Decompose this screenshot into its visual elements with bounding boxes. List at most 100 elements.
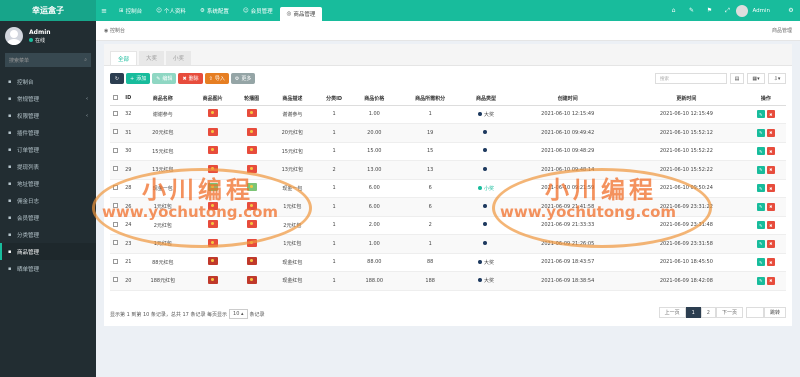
refresh-button[interactable]: ↻ <box>110 73 124 84</box>
column-header[interactable]: ID <box>121 92 136 106</box>
sidebar-item[interactable]: ▪ 常规管理 ‹ <box>0 90 96 107</box>
per-page-select[interactable]: 10 ▴ <box>229 309 248 319</box>
topnav-item[interactable]: ☺ 会员管理 <box>236 0 280 21</box>
delete-row-icon[interactable]: ✖ <box>766 239 775 248</box>
home-icon[interactable]: ⌂ <box>664 7 682 14</box>
column-header[interactable]: 创建时间 <box>508 92 628 106</box>
topnav-item[interactable]: ☺ 个人资料 <box>149 0 193 21</box>
product-image-thumbnail[interactable] <box>207 146 218 155</box>
column-header[interactable]: 商品类型 <box>463 92 509 106</box>
row-checkbox[interactable] <box>113 240 119 246</box>
product-image-thumbnail[interactable] <box>207 109 218 118</box>
carousel-image-thumbnail[interactable] <box>246 146 257 155</box>
row-checkbox[interactable] <box>113 203 119 209</box>
delete-row-icon[interactable]: ✖ <box>766 258 775 267</box>
breadcrumb-home[interactable]: 控制台 <box>110 28 125 34</box>
fullscreen-icon[interactable]: ⤢ <box>718 7 736 15</box>
delete-row-icon[interactable]: ✖ <box>766 221 775 230</box>
column-header[interactable]: 商品价格 <box>351 92 397 106</box>
column-header[interactable]: 分类ID <box>316 92 352 106</box>
topnav-item[interactable]: ⚙ 系统配置 <box>193 0 236 21</box>
clear-cache-icon[interactable]: ✎ <box>682 7 700 14</box>
product-image-thumbnail[interactable] <box>207 127 218 136</box>
product-image-thumbnail[interactable] <box>207 220 218 229</box>
edit-row-icon[interactable]: ✎ <box>756 258 765 267</box>
column-header[interactable]: 商品描述 <box>268 92 317 106</box>
delete-button[interactable]: ✖ 删除 <box>178 73 203 84</box>
page-number-button[interactable]: 1 <box>685 307 701 318</box>
row-checkbox[interactable] <box>113 110 119 116</box>
settings-icon[interactable]: ⚙ <box>782 7 800 14</box>
delete-row-icon[interactable]: ✖ <box>766 276 775 285</box>
more-button[interactable]: ⚙ 更多 <box>230 73 256 84</box>
row-checkbox[interactable] <box>113 166 119 172</box>
edit-row-icon[interactable]: ✎ <box>756 165 765 174</box>
table-row[interactable]: 21 88元红包 现金红包 1 88.00 88 大奖 2021-06-09 18:43:57… <box>110 253 786 272</box>
tab-item[interactable]: 大奖 <box>139 51 165 65</box>
delete-row-icon[interactable]: ✖ <box>766 202 775 211</box>
row-checkbox[interactable] <box>113 258 119 264</box>
carousel-image-thumbnail[interactable] <box>246 257 257 266</box>
sidebar-item[interactable]: ▪ 权限管理 ‹ <box>0 107 96 124</box>
import-button[interactable]: ⇧ 导入 <box>204 73 229 84</box>
product-image-thumbnail[interactable] <box>207 257 218 266</box>
carousel-image-thumbnail[interactable] <box>246 183 257 192</box>
edit-row-icon[interactable]: ✎ <box>756 221 765 230</box>
delete-row-icon[interactable]: ✖ <box>766 110 775 119</box>
table-row[interactable]: 32 谢谢参与 谢谢参与 1 1.00 1 大奖 2021-06-10 12:15:49 202… <box>110 105 786 124</box>
table-row[interactable]: 23 1元红包 1元红包 1 1.00 1 2021-06-09 21:26:05 2021-… <box>110 234 786 254</box>
table-row[interactable]: 20 188元红包 现金红包 1 188.00 188 大奖 2021-06-09 18:38… <box>110 271 786 291</box>
edit-row-icon[interactable]: ✎ <box>756 128 765 137</box>
delete-row-icon[interactable]: ✖ <box>766 128 775 137</box>
tab-item[interactable]: 小奖 <box>166 51 192 65</box>
delete-row-icon[interactable]: ✖ <box>766 165 775 174</box>
jump-button[interactable]: 跳转 <box>763 307 786 318</box>
toggle-view-icon[interactable]: ▤ <box>730 73 744 84</box>
product-image-thumbnail[interactable] <box>207 275 218 284</box>
sidebar-item[interactable]: ▪ 佣金日志 <box>0 192 96 209</box>
column-header[interactable]: 更新时间 <box>627 92 746 106</box>
select-all-checkbox[interactable] <box>113 94 119 100</box>
columns-icon[interactable]: ▦▾ <box>747 73 765 84</box>
product-image-thumbnail[interactable] <box>207 164 218 173</box>
sidebar-item[interactable]: ▪ 订单管理 <box>0 141 96 158</box>
topnav-item[interactable]: ⊞ 控制台 <box>112 0 149 21</box>
row-checkbox[interactable] <box>113 129 119 135</box>
page-number-button[interactable]: 2 <box>700 307 716 318</box>
row-checkbox[interactable] <box>113 221 119 227</box>
menu-toggle-icon[interactable]: ≡ <box>96 7 112 15</box>
jump-page-input[interactable] <box>745 307 764 318</box>
carousel-image-thumbnail[interactable] <box>246 275 257 284</box>
delete-row-icon[interactable]: ✖ <box>766 184 775 193</box>
user-avatar[interactable] <box>736 4 749 17</box>
language-icon[interactable]: ⚑ <box>700 7 718 14</box>
delete-row-icon[interactable]: ✖ <box>766 147 775 156</box>
carousel-image-thumbnail[interactable] <box>246 238 257 247</box>
product-image-thumbnail[interactable] <box>207 183 218 192</box>
table-row[interactable]: 30 15元红包 15元红包 1 15.00 15 2021-06-10 09:48:29 2… <box>110 142 786 161</box>
row-checkbox[interactable] <box>113 277 119 283</box>
column-header[interactable]: 商品名称 <box>135 92 191 106</box>
column-header[interactable]: 商品图片 <box>190 92 235 106</box>
top-user-name[interactable]: Admin <box>752 8 770 14</box>
table-row[interactable]: 28 现金一包 现金一包 1 6.00 6 小奖 2021-06-10 09:21:59 202… <box>110 179 786 198</box>
carousel-image-thumbnail[interactable] <box>246 109 257 118</box>
table-row[interactable]: 29 13元红包 13元红包 2 13.00 13 2021-06-10 09:48:14 2… <box>110 160 786 180</box>
column-header[interactable]: 操作 <box>745 92 786 106</box>
sidebar-item[interactable]: ▪ 插件管理 <box>0 124 96 141</box>
carousel-image-thumbnail[interactable] <box>246 127 257 136</box>
sidebar-item[interactable]: ▪ 地址管理 <box>0 175 96 192</box>
edit-row-icon[interactable]: ✎ <box>756 110 765 119</box>
table-search-input[interactable]: 搜索 <box>655 73 727 84</box>
row-checkbox[interactable] <box>113 147 119 153</box>
sidebar-item[interactable]: ▪ 商品管理 <box>0 243 96 260</box>
tab-item[interactable]: 全部 <box>110 51 138 65</box>
carousel-image-thumbnail[interactable] <box>246 164 257 173</box>
table-row[interactable]: 24 2元红包 2元红包 1 2.00 2 2021-06-09 21:33:33 2021-… <box>110 216 786 235</box>
sidebar-item[interactable]: ▪ 会员管理 <box>0 209 96 226</box>
export-icon[interactable]: ⇩▾ <box>768 73 786 84</box>
topnav-item[interactable]: ◎ 商品管理 <box>279 7 323 21</box>
edit-row-icon[interactable]: ✎ <box>756 202 765 211</box>
row-checkbox[interactable] <box>113 184 119 190</box>
edit-row-icon[interactable]: ✎ <box>756 239 765 248</box>
